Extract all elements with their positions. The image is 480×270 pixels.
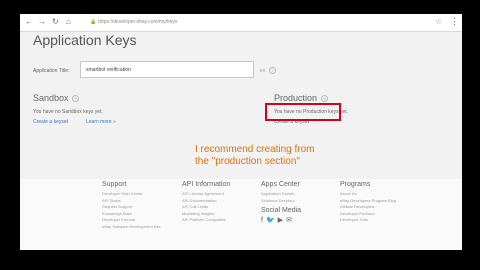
app-title-label: Application Title:	[33, 68, 70, 74]
footer-apps-title: Apps Center	[261, 181, 300, 188]
youtube-icon[interactable]: ▶	[278, 217, 283, 225]
sandbox-title: Sandbox	[33, 93, 69, 103]
url-text: https://developer.ebay.com/my/keys	[98, 19, 178, 25]
sandbox-help-icon[interactable]: ?	[72, 95, 79, 102]
twitter-icon[interactable]: 🐦	[266, 217, 275, 225]
footer-link[interactable]: API Platform Compatible	[182, 217, 230, 224]
footer-apps-center: Apps Center Application Growth Solutions…	[261, 181, 301, 225]
footer-social-title: Social Media	[261, 207, 302, 214]
app-title-suffix: ex	[260, 68, 266, 74]
star-icon[interactable]: ☆	[435, 17, 442, 27]
reload-button[interactable]: ↻	[52, 17, 59, 27]
browser-window: ← → ↻ ⌂ 🔒 https://developer.ebay.com/my/k…	[20, 14, 462, 250]
app-title-input[interactable]: smartbot verification	[80, 61, 254, 78]
production-help-icon[interactable]: ?	[321, 95, 328, 102]
forward-button[interactable]: →	[38, 17, 46, 27]
footer-programs: Programs About Us eBay Developers Progra…	[340, 181, 396, 224]
footer-support-title: Support	[102, 181, 127, 188]
menu-icon[interactable]: ⋮	[450, 16, 459, 26]
footer-api-title: API Information	[182, 181, 231, 188]
footer-link[interactable]: eBay Software Development Kits	[102, 224, 160, 231]
back-button[interactable]: ←	[25, 17, 33, 27]
footer: Support Developer Help Center API Status…	[20, 179, 462, 250]
footer-programs-title: Programs	[340, 181, 371, 188]
sandbox-create-keyset-link[interactable]: Create a keyset	[33, 119, 68, 125]
lock-icon: 🔒	[90, 19, 97, 25]
footer-link[interactable]: API License Agreement	[182, 191, 230, 198]
footer-link[interactable]: Solutions Directory	[261, 198, 301, 205]
help-icon[interactable]: ?	[269, 67, 276, 74]
browser-toolbar: ← → ↻ ⌂ 🔒 https://developer.ebay.com/my/k…	[20, 14, 462, 32]
social-icons: f 🐦 ▶ ✉	[261, 217, 301, 225]
production-title: Production	[274, 93, 318, 103]
home-button[interactable]: ⌂	[66, 17, 71, 27]
email-icon[interactable]: ✉	[286, 217, 292, 225]
address-bar[interactable]: 🔒 https://developer.ebay.com/my/keys	[90, 17, 430, 27]
sandbox-learn-more-link[interactable]: Learn more »	[86, 119, 116, 125]
annotation-text: I recommend creating from the "productio…	[195, 144, 315, 167]
footer-api-information: API Information API License Agreement AP…	[182, 181, 230, 224]
footer-link[interactable]: Developer Jobs	[340, 217, 396, 224]
footer-support: Support Developer Help Center API Status…	[102, 181, 160, 230]
facebook-icon[interactable]: f	[261, 217, 263, 225]
sandbox-status: You have no Sandbox keys yet.	[33, 109, 103, 115]
page-title: Application Keys	[33, 32, 137, 48]
highlight-box	[265, 103, 341, 121]
